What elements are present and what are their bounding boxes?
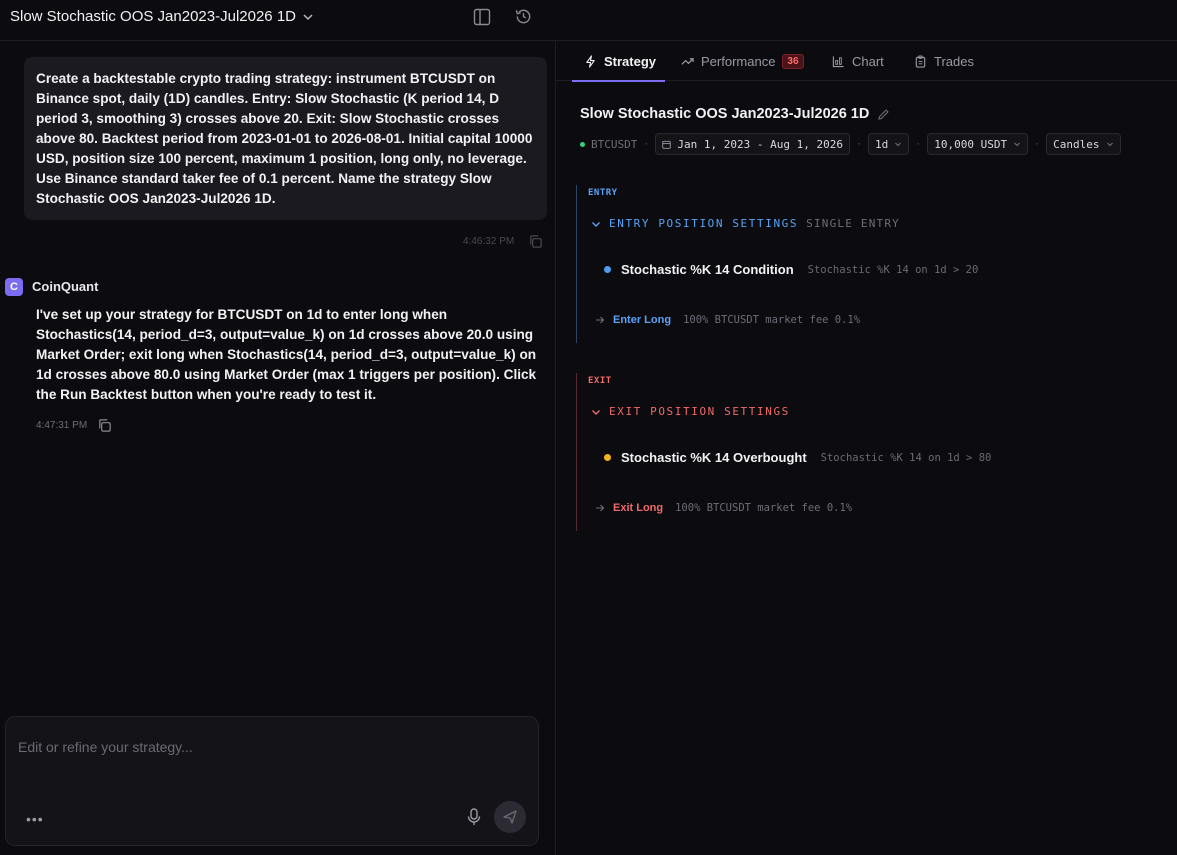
- entry-condition-bullet: [604, 266, 611, 273]
- exit-action-desc: 100% BTCUSDT market fee 0.1%: [675, 502, 853, 514]
- exit-settings-title: EXIT POSITION SETTINGS: [609, 405, 790, 418]
- strategy-refine-input[interactable]: [18, 739, 518, 755]
- sidebar-toggle-icon[interactable]: [473, 8, 491, 26]
- chart-type-value: Candles: [1053, 137, 1100, 151]
- exit-settings-toggle[interactable]: EXIT POSITION SETTINGS: [591, 405, 790, 418]
- timeframe-value: 1d: [875, 137, 889, 151]
- more-options-button[interactable]: •••: [26, 811, 44, 827]
- separator: ·: [643, 138, 650, 150]
- bot-message: I've set up your strategy for BTCUSDT on…: [36, 307, 537, 402]
- capital-select[interactable]: 10,000 USDT: [927, 133, 1029, 155]
- tab-performance[interactable]: Performance 36: [681, 41, 804, 81]
- strategy-tabs: Strategy Performance 36 Chart Trades: [556, 41, 1177, 82]
- tab-performance-label: Performance: [701, 53, 776, 69]
- entry-mode: SINGLE ENTRY: [806, 217, 900, 230]
- exit-condition-name: Stochastic %K 14 Overbought: [621, 450, 807, 465]
- strategy-title-dropdown[interactable]: Slow Stochastic OOS Jan2023-Jul2026 1D: [10, 8, 314, 25]
- bot-message-timestamp: 4:47:31 PM: [36, 420, 88, 431]
- strategy-name-heading: Slow Stochastic OOS Jan2023-Jul2026 1D: [580, 106, 890, 122]
- strategy-params-bar: BTCUSDT · Jan 1, 2023 - Aug 1, 2026 · 1d…: [580, 133, 1121, 155]
- chevron-down-icon: [895, 142, 902, 147]
- entry-action-name: Enter Long: [613, 314, 672, 326]
- panel-divider[interactable]: [555, 41, 556, 855]
- chart-icon: [832, 55, 844, 67]
- timeframe-select[interactable]: 1d: [868, 133, 910, 155]
- entry-condition-name: Stochastic %K 14 Condition: [621, 262, 794, 277]
- chevron-down-icon: [592, 409, 600, 415]
- microphone-icon[interactable]: [466, 808, 482, 826]
- separator: ·: [855, 138, 862, 150]
- tab-trades[interactable]: Trades: [914, 41, 974, 81]
- exit-action[interactable]: Exit Long 100% BTCUSDT market fee 0.1%: [595, 502, 852, 514]
- bot-name: CoinQuant: [32, 279, 99, 294]
- exit-condition-desc: Stochastic %K 14 on 1d > 80: [820, 451, 992, 464]
- user-message: Create a backtestable crypto trading str…: [24, 57, 547, 220]
- app-title-text: Slow Stochastic OOS Jan2023-Jul2026 1D: [10, 8, 296, 25]
- chart-type-select[interactable]: Candles: [1046, 133, 1121, 155]
- tab-strategy-label: Strategy: [604, 53, 657, 69]
- send-button[interactable]: [494, 801, 526, 833]
- coinquant-logo-icon: C: [5, 278, 23, 296]
- entry-condition-desc: Stochastic %K 14 on 1d > 20: [807, 263, 979, 276]
- chevron-down-icon: [1014, 142, 1021, 147]
- tab-chart-label: Chart: [852, 53, 884, 69]
- strategy-name: Slow Stochastic OOS Jan2023-Jul2026 1D: [580, 106, 870, 122]
- separator: ·: [1034, 138, 1041, 150]
- entry-condition[interactable]: Stochastic %K 14 Condition Stochastic %K…: [604, 262, 978, 277]
- send-icon: [503, 810, 517, 824]
- capital-value: 10,000 USDT: [934, 137, 1008, 151]
- date-range-picker[interactable]: Jan 1, 2023 - Aug 1, 2026: [655, 133, 850, 155]
- symbol-indicator: BTCUSDT: [580, 138, 637, 151]
- lightning-icon: [586, 54, 595, 68]
- chevron-down-icon: [1106, 142, 1113, 147]
- performance-count-badge: 36: [782, 53, 804, 69]
- arrow-right-icon: [596, 316, 605, 324]
- separator: ·: [915, 138, 922, 150]
- tab-strategy[interactable]: Strategy: [572, 41, 665, 82]
- user-message-timestamp: 4:46:32 PM: [463, 236, 515, 247]
- trending-up-icon: [681, 57, 694, 65]
- status-dot: [580, 141, 585, 147]
- tab-trades-label: Trades: [934, 53, 974, 69]
- copy-icon[interactable]: [528, 234, 543, 249]
- chevron-down-icon: [592, 221, 600, 227]
- entry-section-label: ENTRY: [588, 188, 618, 198]
- entry-section-line: [576, 185, 577, 343]
- exit-section-label: EXIT: [588, 376, 612, 386]
- arrow-right-icon: [596, 504, 605, 512]
- tab-chart[interactable]: Chart: [832, 41, 884, 81]
- exit-action-name: Exit Long: [613, 502, 664, 514]
- calendar-icon: [662, 140, 672, 149]
- exit-section-line: [576, 373, 577, 531]
- history-icon[interactable]: [514, 7, 533, 26]
- exit-condition[interactable]: Stochastic %K 14 Overbought Stochastic %…: [604, 450, 991, 465]
- pencil-icon[interactable]: [877, 108, 890, 121]
- top-bar: Slow Stochastic OOS Jan2023-Jul2026 1D: [0, 0, 1177, 41]
- date-range-value: Jan 1, 2023 - Aug 1, 2026: [677, 137, 843, 151]
- symbol-label: BTCUSDT: [591, 137, 638, 151]
- entry-settings-title: ENTRY POSITION SETTINGS: [609, 217, 799, 230]
- clipboard-icon: [915, 54, 926, 68]
- exit-condition-bullet: [604, 454, 611, 461]
- composer: •••: [5, 716, 539, 846]
- copy-icon[interactable]: [97, 418, 112, 433]
- entry-action[interactable]: Enter Long 100% BTCUSDT market fee 0.1%: [595, 314, 860, 326]
- entry-action-desc: 100% BTCUSDT market fee 0.1%: [683, 314, 861, 326]
- chevron-down-icon: [303, 13, 313, 20]
- entry-settings-toggle[interactable]: ENTRY POSITION SETTINGS SINGLE ENTRY: [591, 217, 900, 230]
